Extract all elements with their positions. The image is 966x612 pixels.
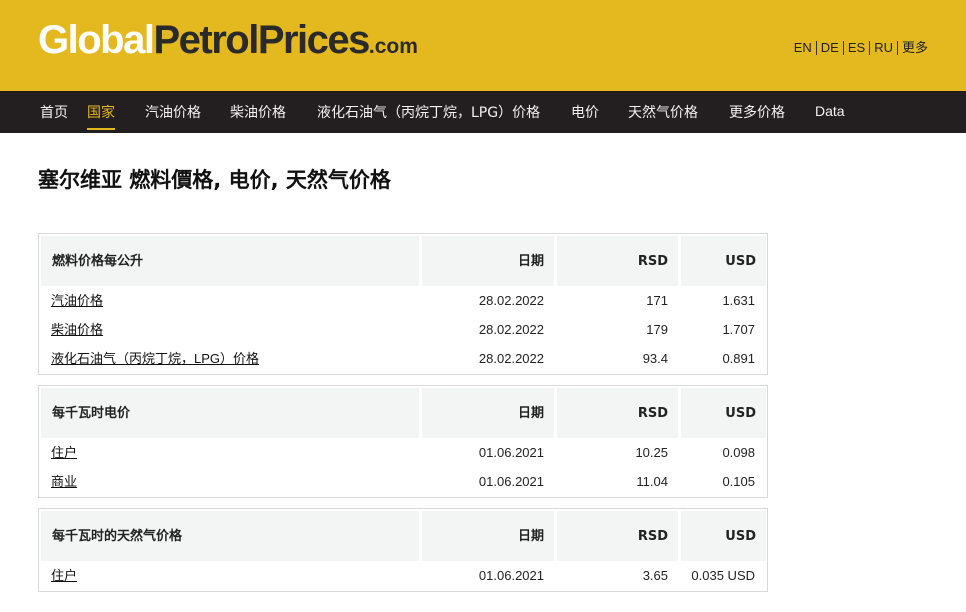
nav-natural-gas-prices[interactable]: 天然气价格 [628, 91, 698, 133]
site-header: Global PetrolPrices .com EN DE ES RU 更多 [0, 0, 966, 91]
lang-en-link[interactable]: EN [794, 41, 816, 55]
header-date: 日期 [422, 388, 554, 438]
electricity-prices-table: 每千瓦时电价 日期 RSD USD 住户 01.06.2021 10.25 0.… [38, 385, 768, 498]
lang-es-link[interactable]: ES [842, 41, 869, 55]
fuel-prices-table: 燃料价格每公升 日期 RSD USD 汽油价格 28.02.2022 171 1… [38, 233, 768, 375]
table-row: 住户 01.06.2021 10.25 0.098 [39, 438, 767, 467]
diesel-price-link[interactable]: 柴油价格 [51, 315, 103, 344]
lang-de-link[interactable]: DE [815, 41, 843, 55]
natural-gas-prices-table: 每千瓦时的天然气价格 日期 RSD USD 住户 01.06.2021 3.65… [38, 508, 768, 592]
language-switcher: EN DE ES RU 更多 [794, 41, 932, 55]
electricity-households-link[interactable]: 住户 [51, 438, 77, 467]
header-date: 日期 [422, 236, 554, 286]
usd-cell: 1.707 [722, 322, 755, 337]
usd-cell: 0.098 [722, 445, 755, 460]
nav-diesel-prices[interactable]: 柴油价格 [230, 91, 286, 133]
rsd-cell: 3.65 [642, 568, 668, 583]
main-nav: 首页 国家 汽油价格 柴油价格 液化石油气（丙烷丁烷，LPG）价格 电价 天然气… [0, 91, 966, 133]
usd-cell: 0.035 USD [691, 568, 755, 583]
header-usd: USD [681, 388, 766, 438]
nav-more-prices[interactable]: 更多价格 [729, 91, 785, 133]
table-row: 商业 01.06.2021 11.04 0.105 [39, 467, 767, 496]
table-header: 每千瓦时电价 日期 RSD USD [41, 388, 766, 438]
date-cell: 28.02.2022 [478, 322, 544, 337]
electricity-business-link[interactable]: 商业 [51, 467, 77, 496]
rsd-cell: 11.04 [636, 474, 668, 489]
date-cell: 28.02.2022 [478, 351, 544, 366]
lang-ru-link[interactable]: RU [869, 41, 897, 55]
usd-cell: 1.631 [722, 293, 755, 308]
logo-part-global: Global [38, 18, 155, 62]
logo-part-com: .com [368, 35, 418, 58]
nav-lpg-prices[interactable]: 液化石油气（丙烷丁烷，LPG）价格 [317, 91, 540, 133]
rsd-cell: 93.4 [642, 351, 668, 366]
header-rsd: RSD [557, 511, 678, 561]
rsd-cell: 179 [646, 322, 668, 337]
rsd-cell: 171 [646, 293, 668, 308]
date-cell: 01.06.2021 [478, 568, 544, 583]
header-category: 每千瓦时的天然气价格 [41, 511, 419, 561]
usd-cell: 0.891 [722, 351, 755, 366]
table-row: 柴油价格 28.02.2022 179 1.707 [39, 315, 767, 344]
nav-home[interactable]: 首页 [40, 91, 68, 133]
logo-part-petrolprices: PetrolPrices [153, 18, 370, 62]
header-rsd: RSD [557, 236, 678, 286]
gasoline-price-link[interactable]: 汽油价格 [51, 286, 103, 315]
page-title: 塞尔维亚 燃料價格, 电价, 天然气价格 [38, 168, 391, 192]
header-rsd: RSD [557, 388, 678, 438]
header-category: 每千瓦时电价 [41, 388, 419, 438]
nav-countries[interactable]: 国家 [87, 91, 115, 133]
table-row: 住户 01.06.2021 3.65 0.035 USD [39, 561, 767, 590]
nav-electricity-prices[interactable]: 电价 [571, 91, 599, 133]
lang-more-link[interactable]: 更多 [896, 41, 932, 55]
lpg-price-link[interactable]: 液化石油气（丙烷丁烷，LPG）价格 [51, 344, 259, 373]
nav-data[interactable]: Data [815, 91, 845, 133]
usd-cell: 0.105 [722, 474, 755, 489]
header-category: 燃料价格每公升 [41, 236, 419, 286]
header-usd: USD [681, 511, 766, 561]
table-header: 每千瓦时的天然气价格 日期 RSD USD [41, 511, 766, 561]
gas-households-link[interactable]: 住户 [51, 561, 77, 590]
date-cell: 01.06.2021 [478, 445, 544, 460]
date-cell: 28.02.2022 [478, 293, 544, 308]
site-logo[interactable]: Global PetrolPrices .com [38, 18, 418, 62]
table-header: 燃料价格每公升 日期 RSD USD [41, 236, 766, 286]
table-row: 汽油价格 28.02.2022 171 1.631 [39, 286, 767, 315]
rsd-cell: 10.25 [635, 445, 668, 460]
header-date: 日期 [422, 511, 554, 561]
nav-gasoline-prices[interactable]: 汽油价格 [145, 91, 201, 133]
date-cell: 01.06.2021 [478, 474, 544, 489]
table-row: 液化石油气（丙烷丁烷，LPG）价格 28.02.2022 93.4 0.891 [39, 344, 767, 373]
header-usd: USD [681, 236, 766, 286]
